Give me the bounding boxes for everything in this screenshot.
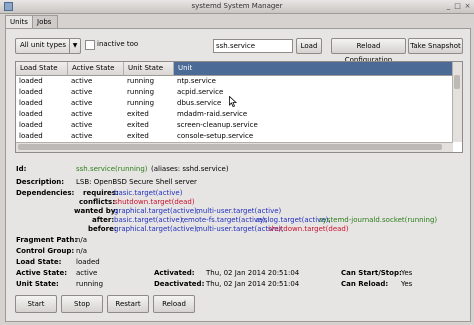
cell-unit: acpid.service <box>177 88 224 96</box>
cell-load-state: loaded <box>19 88 43 96</box>
can-reload-value: Yes <box>401 280 413 288</box>
tab-jobs[interactable]: Jobs <box>32 15 58 28</box>
tab-units[interactable]: Units <box>5 15 34 29</box>
dependency-link[interactable]: multi-user.target(active) <box>196 207 281 215</box>
can-reload-label: Can Reload: <box>341 280 389 288</box>
units-panel: All unit types ▼ inactive too ssh.servic… <box>5 28 471 322</box>
table-header: Load State Active State Unit State Unit <box>16 62 453 76</box>
table-horizontal-scrollbar[interactable] <box>16 142 453 152</box>
dependency-link[interactable]: shutdown.target(dead) <box>114 198 195 206</box>
reload-configuration-button[interactable]: Reload Configuration <box>331 38 406 64</box>
activated-label: Activated: <box>154 269 195 277</box>
cell-load-state: loaded <box>19 132 43 140</box>
dependency-link[interactable]: remote-fs.target(active), <box>181 216 267 224</box>
active-state-label: Active State: <box>16 269 68 277</box>
cell-active-state: active <box>71 88 93 96</box>
inactive-checkbox-label: inactive too <box>97 40 139 48</box>
title-bar: systemd System Manager _ □ × <box>0 0 474 14</box>
cell-unit: screen-cleanup.service <box>177 121 258 129</box>
close-button[interactable]: × <box>463 2 472 11</box>
stop-button[interactable]: Stop <box>61 295 103 313</box>
id-aliases: (aliases: sshd.service) <box>151 165 229 173</box>
unit-state-value: running <box>76 280 104 288</box>
search-value: ssh.service <box>216 42 256 50</box>
id-value: ssh.service(running) <box>76 165 148 173</box>
id-label: Id: <box>16 165 27 173</box>
cell-unit: dbus.service <box>177 99 222 107</box>
cell-unit: ntp.service <box>177 77 216 85</box>
description-label: Description: <box>16 178 65 186</box>
column-load-state[interactable]: Load State <box>16 62 68 75</box>
reload-button[interactable]: Reload <box>153 295 195 313</box>
column-active-state[interactable]: Active State <box>68 62 124 75</box>
dependency-link[interactable]: graphical.target(active), <box>114 225 199 233</box>
cell-active-state: active <box>71 132 93 140</box>
load-button[interactable]: Load <box>296 38 322 54</box>
inactive-checkbox[interactable] <box>85 40 95 50</box>
restart-button[interactable]: Restart <box>107 295 149 313</box>
fragment-path-label: Fragment Path: <box>16 236 78 244</box>
conflicts-label: conflicts: <box>79 198 115 206</box>
load-state-label: Load State: <box>16 258 62 266</box>
cell-unit-state: running <box>127 77 155 85</box>
fragment-path-value: n/a <box>76 236 88 244</box>
unit-state-label: Unit State: <box>16 280 59 288</box>
dependency-link[interactable]: systemd-journald.socket(running) <box>319 216 437 224</box>
cell-active-state: active <box>71 99 93 107</box>
table-row[interactable]: loaded active exited mdadm-raid.service <box>16 109 453 120</box>
window-title: systemd System Manager <box>191 2 283 10</box>
wanted-by-label: wanted by: <box>74 207 119 215</box>
cell-load-state: loaded <box>19 110 43 118</box>
column-unit-state[interactable]: Unit State <box>124 62 174 75</box>
dependency-link[interactable]: basic.target(active), <box>114 216 185 224</box>
cell-load-state: loaded <box>19 77 43 85</box>
maximize-button[interactable]: □ <box>453 2 462 11</box>
load-state-value: loaded <box>76 258 100 266</box>
cell-active-state: active <box>71 110 93 118</box>
column-unit[interactable]: Unit <box>174 62 453 75</box>
can-start-stop-label: Can Start/Stop: <box>341 269 402 277</box>
active-state-value: active <box>76 269 98 277</box>
cell-load-state: loaded <box>19 121 43 129</box>
start-button[interactable]: Start <box>15 295 57 313</box>
scroll-thumb[interactable] <box>454 75 460 89</box>
unit-type-select[interactable]: All unit types ▼ <box>15 38 81 54</box>
dependency-link[interactable]: graphical.target(active), <box>114 207 199 215</box>
table-row[interactable]: loaded active exited console-setup.servi… <box>16 131 453 142</box>
after-label: after: <box>92 216 115 224</box>
cell-load-state: loaded <box>19 99 43 107</box>
cell-unit-state: running <box>127 88 155 96</box>
description-value: LSB: OpenBSD Secure Shell server <box>76 178 197 186</box>
scroll-thumb[interactable] <box>18 144 442 150</box>
before-label: before: <box>88 225 117 233</box>
dependency-link[interactable]: basic.target(active) <box>114 189 182 197</box>
table-row[interactable]: loaded active exited screen-cleanup.serv… <box>16 120 453 131</box>
units-table: Load State Active State Unit State Unit … <box>15 61 463 153</box>
cell-active-state: active <box>71 77 93 85</box>
cell-unit-state: running <box>127 99 155 107</box>
table-row[interactable]: loaded active running ntp.service <box>16 76 453 87</box>
deactivated-label: Deactivated: <box>154 280 205 288</box>
cell-unit-state: exited <box>127 121 149 129</box>
search-input[interactable]: ssh.service <box>213 39 293 53</box>
deactivated-value: Thu, 02 Jan 2014 20:51:04 <box>206 280 300 288</box>
cell-unit: console-setup.service <box>177 132 254 140</box>
table-vertical-scrollbar[interactable] <box>452 62 462 142</box>
control-group-label: Control Group: <box>16 247 75 255</box>
activated-value: Thu, 02 Jan 2014 20:51:04 <box>206 269 300 277</box>
dependency-link[interactable]: shutdown.target(dead) <box>268 225 349 233</box>
take-snapshot-button[interactable]: Take Snapshot <box>408 38 463 54</box>
dependencies-label: Dependencies: <box>16 189 75 197</box>
minimize-button[interactable]: _ <box>444 2 453 11</box>
cell-unit: mdadm-raid.service <box>177 110 248 118</box>
mouse-pointer-icon <box>229 96 237 107</box>
unit-type-value: All unit types <box>20 41 66 49</box>
cell-unit-state: exited <box>127 110 149 118</box>
cell-unit-state: exited <box>127 132 149 140</box>
control-group-value: n/a <box>76 247 88 255</box>
cell-active-state: active <box>71 121 93 129</box>
chevron-down-icon: ▼ <box>69 39 80 53</box>
can-start-stop-value: Yes <box>401 269 413 277</box>
